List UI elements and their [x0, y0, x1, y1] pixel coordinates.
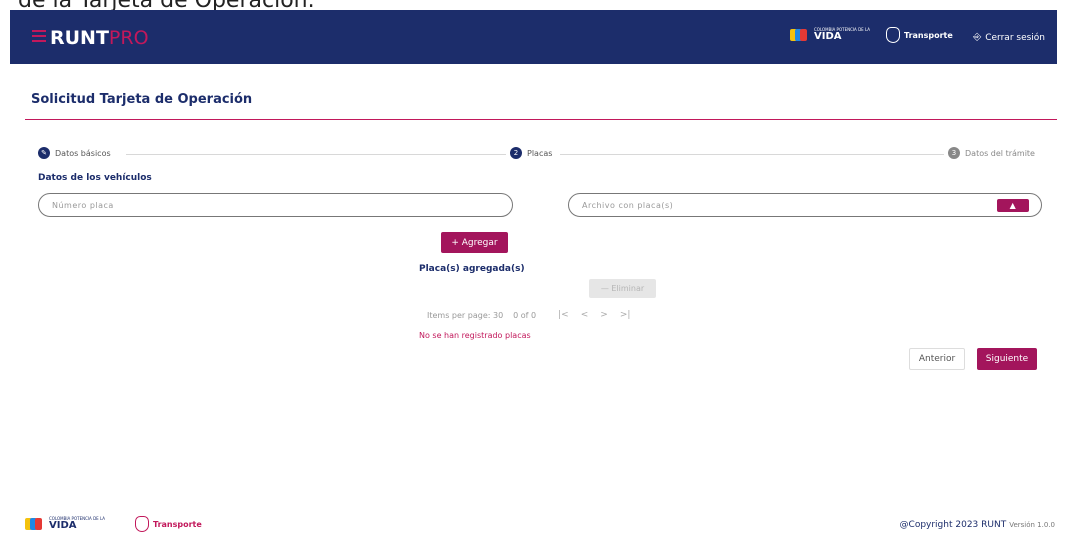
edit-icon: ✎ [38, 147, 50, 159]
brand-main: RUNT [50, 27, 109, 49]
footer-transporte-logo: Transporte [135, 516, 202, 532]
step-label: Datos del trámite [965, 148, 1035, 158]
vida-flag-icon [790, 27, 810, 43]
last-page-icon[interactable]: >| [620, 310, 631, 320]
top-bar: RUNTPRO COLOMBIA POTENCIA DE LA VIDA Tra… [10, 10, 1057, 64]
copyright-text: @Copyright 2023 RUNT [899, 520, 1007, 530]
logout-button[interactable]: ⎆ Cerrar sesión [973, 32, 1045, 43]
colombia-vida-logo: COLOMBIA POTENCIA DE LA VIDA [790, 27, 870, 43]
footer-logos: COLOMBIA POTENCIA DE LA VIDA Transporte [25, 516, 202, 532]
title-divider [25, 119, 1057, 120]
transporte-logo-text: Transporte [153, 519, 202, 529]
footer-colombia-vida-logo: COLOMBIA POTENCIA DE LA VIDA [25, 516, 105, 532]
items-per-page[interactable]: Items per page: 30 [427, 311, 503, 320]
step-connector [560, 154, 944, 155]
menu-icon[interactable] [32, 30, 46, 42]
brand-logo[interactable]: RUNTPRO [50, 27, 149, 49]
header-logos: COLOMBIA POTENCIA DE LA VIDA Transporte [790, 27, 953, 43]
page-title: Solicitud Tarjeta de Operación [31, 92, 253, 107]
previous-button[interactable]: Anterior [909, 348, 965, 370]
transporte-logo-text: Transporte [904, 30, 953, 40]
step-placas[interactable]: 2 Placas [510, 147, 553, 159]
vida-flag-icon [25, 516, 45, 532]
next-button[interactable]: Siguiente [977, 348, 1037, 370]
page-range: 0 of 0 [513, 310, 537, 320]
step-datos-basicos[interactable]: ✎ Datos básicos [38, 147, 111, 159]
add-button[interactable]: + Agregar [441, 232, 508, 253]
empty-state-message: No se han registrado placas [419, 331, 531, 340]
step-datos-tramite[interactable]: 3 Datos del trámite [948, 147, 1035, 159]
brand-suffix: PRO [108, 27, 149, 49]
plate-file-placeholder: Archivo con placa(s) [582, 200, 674, 210]
vida-logo-text: VIDA [49, 520, 77, 531]
paginator: Items per page: 30 0 of 0 |< < > >| [427, 310, 630, 320]
stepper: ✎ Datos básicos 2 Placas 3 Datos del trá… [38, 147, 1044, 163]
plate-number-placeholder: Número placa [52, 200, 114, 210]
plate-number-input[interactable]: Número placa [38, 193, 513, 217]
plate-file-input[interactable]: Archivo con placa(s) ▲ [568, 193, 1042, 217]
step-number: 3 [948, 147, 960, 159]
logout-label: Cerrar sesión [985, 32, 1045, 43]
step-label: Datos básicos [55, 148, 111, 158]
delete-button[interactable]: — Eliminar [589, 279, 656, 298]
step-number: 2 [510, 147, 522, 159]
page: de la Tarjeta de Operación. RUNTPRO COLO… [0, 0, 1067, 538]
crest-icon [135, 516, 149, 532]
step-label: Placas [527, 148, 553, 158]
transporte-logo: Transporte [886, 27, 953, 43]
next-page-icon[interactable]: > [600, 310, 608, 320]
crest-icon [886, 27, 900, 43]
version-text: Versión 1.0.0 [1009, 521, 1055, 529]
first-page-icon[interactable]: |< [558, 310, 569, 320]
section-label: Datos de los vehículos [38, 173, 152, 183]
added-plates-heading: Placa(s) agregada(s) [419, 264, 525, 274]
logout-icon: ⎆ [973, 32, 982, 43]
upload-button[interactable]: ▲ [997, 199, 1029, 212]
copyright: @Copyright 2023 RUNT Versión 1.0.0 [900, 520, 1055, 530]
upload-icon: ▲ [1009, 201, 1017, 210]
step-connector [126, 154, 506, 155]
vida-logo-text: VIDA [814, 31, 842, 42]
previous-page-icon[interactable]: < [581, 310, 589, 320]
